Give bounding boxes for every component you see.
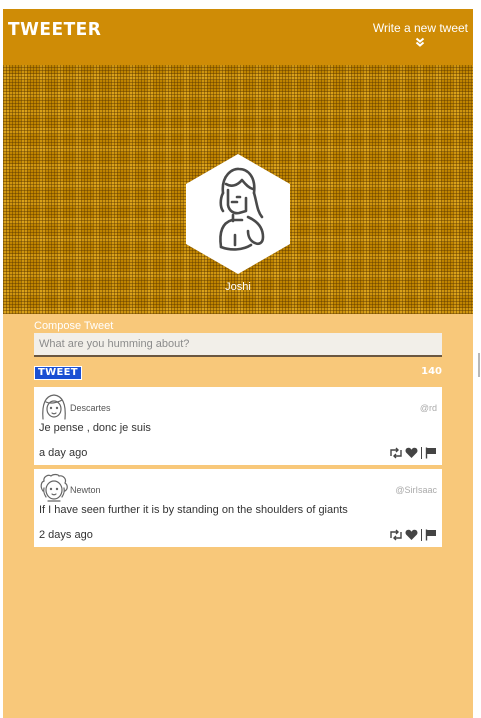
action-divider: [421, 529, 422, 541]
tweet-button[interactable]: TWEET: [34, 366, 82, 380]
write-new-tweet-label[interactable]: Write a new tweet: [373, 21, 468, 35]
tweet-handle[interactable]: @rd: [420, 403, 437, 413]
navbar: TWEETER Write a new tweet: [3, 9, 473, 65]
compose-section: Compose Tweet TWEET 140: [34, 320, 442, 388]
flag-icon[interactable]: [425, 529, 437, 541]
double-chevron-down-icon[interactable]: [373, 36, 468, 50]
tweet-handle[interactable]: @SirIsaac: [395, 485, 437, 495]
flag-icon[interactable]: [425, 447, 437, 459]
tweet-text: Je pense , donc je suis: [39, 422, 151, 434]
retweet-icon[interactable]: [389, 529, 403, 541]
tweet-username[interactable]: Newton: [70, 485, 101, 495]
retweet-icon[interactable]: [389, 447, 403, 459]
tweet-actions: [389, 528, 437, 542]
tweet-actions: [389, 446, 437, 460]
app-frame: TWEETER Write a new tweet Joshi Compose …: [3, 9, 473, 718]
user-avatar-icon: [39, 391, 69, 421]
heart-icon[interactable]: [405, 529, 418, 541]
user-avatar-icon: [39, 473, 69, 503]
tweet-timestamp: 2 days ago: [39, 529, 93, 541]
compose-input[interactable]: [34, 333, 442, 357]
compose-actions: TWEET 140: [34, 366, 442, 388]
profile-header: Joshi: [3, 65, 473, 314]
brand-logo[interactable]: TWEETER: [8, 20, 101, 41]
char-counter: 140: [421, 366, 442, 377]
action-divider: [421, 447, 422, 459]
tweet-text: If I have seen further it is by standing…: [39, 504, 348, 516]
compose-label: Compose Tweet: [34, 320, 114, 332]
tweet-username[interactable]: Descartes: [70, 403, 111, 413]
heart-icon[interactable]: [405, 447, 418, 459]
tweet-card: Descartes @rd Je pense , donc je suis a …: [34, 387, 442, 465]
profile-name: Joshi: [225, 281, 251, 293]
tweet-card: Newton @SirIsaac If I have seen further …: [34, 469, 442, 547]
profile-avatar: [186, 154, 290, 274]
write-new-tweet-toggle[interactable]: Write a new tweet: [373, 21, 468, 50]
scrollbar-thumb[interactable]: [478, 353, 480, 377]
tweet-timestamp: a day ago: [39, 447, 88, 459]
